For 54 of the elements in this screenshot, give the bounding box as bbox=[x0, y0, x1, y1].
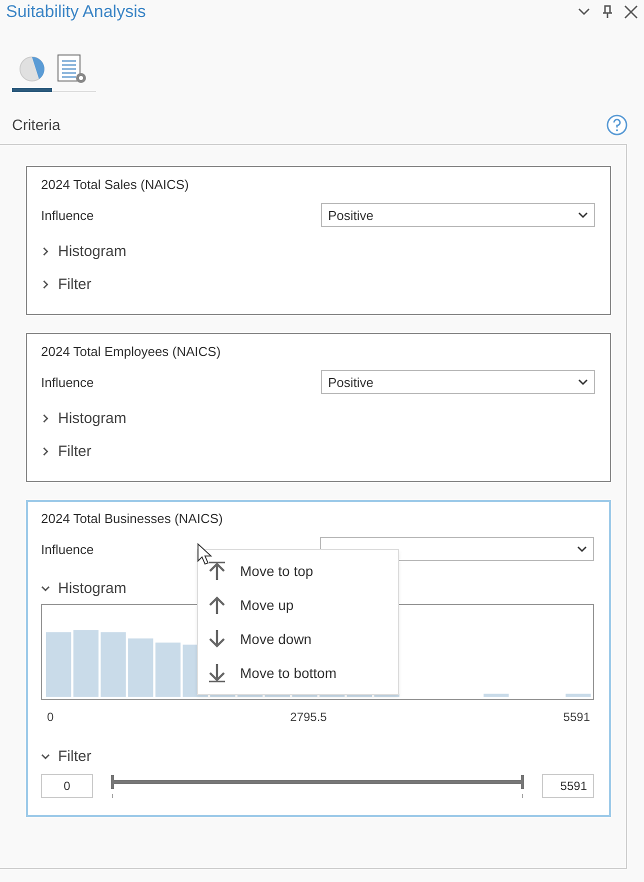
histogram-expander[interactable]: Histogram bbox=[41, 408, 126, 428]
caret-icon bbox=[578, 378, 588, 386]
histogram-bar bbox=[566, 694, 591, 697]
pie-chart-icon bbox=[17, 54, 47, 84]
dropdown-icon[interactable] bbox=[578, 8, 590, 16]
influence-label: Influence bbox=[41, 374, 94, 390]
filter-expander[interactable]: Filter bbox=[41, 274, 92, 294]
menu-item[interactable]: Move up bbox=[198, 588, 398, 622]
histogram-bar bbox=[484, 694, 509, 697]
chevron-icon bbox=[41, 280, 50, 288]
arrow-up-icon bbox=[208, 595, 226, 615]
arrow-down-to-line-icon bbox=[208, 663, 226, 683]
arrow-up-to-line-icon bbox=[208, 561, 226, 581]
menu-item[interactable]: Move down bbox=[198, 622, 398, 656]
filter-expander[interactable]: Filter bbox=[41, 441, 92, 461]
histogram-expander[interactable]: Histogram bbox=[41, 241, 126, 261]
influence-dropdown[interactable]: Positive bbox=[321, 203, 595, 227]
min-field[interactable]: 0 bbox=[41, 774, 93, 798]
influence-dropdown[interactable]: Positive bbox=[321, 370, 595, 394]
range-slider[interactable] bbox=[111, 772, 524, 800]
filter-expander[interactable]: Filter bbox=[41, 746, 92, 766]
chevron-icon bbox=[41, 246, 50, 256]
max-field[interactable]: 5591 bbox=[542, 774, 594, 798]
chevron-icon bbox=[41, 446, 50, 456]
axis-label: 0 bbox=[47, 710, 54, 724]
chevron-icon bbox=[41, 584, 50, 592]
menu-item[interactable]: Move to top bbox=[198, 554, 398, 588]
chevron-icon bbox=[41, 752, 50, 760]
histogram-bar bbox=[155, 642, 181, 697]
histogram-bar bbox=[100, 632, 126, 697]
help-icon[interactable] bbox=[606, 114, 628, 136]
pin-icon[interactable] bbox=[602, 5, 612, 19]
histogram-expander[interactable]: Histogram bbox=[41, 578, 126, 598]
slider-handle[interactable] bbox=[111, 775, 114, 789]
histogram-bar bbox=[46, 632, 72, 697]
criterion-title: 2024 Total Businesses (NAICS) bbox=[41, 511, 224, 526]
criterion-title: 2024 Total Employees (NAICS) bbox=[41, 344, 222, 359]
axis-label: 5591 bbox=[563, 710, 590, 724]
axis-label: 2795.5 bbox=[290, 710, 327, 724]
list-settings-icon bbox=[56, 53, 88, 85]
slider-handle[interactable] bbox=[521, 775, 524, 789]
chevron-icon bbox=[41, 414, 50, 422]
close-icon[interactable] bbox=[624, 5, 638, 19]
menu-item[interactable]: Move to bottom bbox=[198, 656, 398, 690]
influence-label: Influence bbox=[41, 208, 94, 222]
caret-icon bbox=[577, 546, 587, 552]
histogram-bar bbox=[73, 630, 98, 697]
caret-icon bbox=[578, 212, 588, 218]
histogram-bar bbox=[128, 638, 154, 697]
criterion-title: 2024 Total Sales (NAICS) bbox=[41, 177, 190, 192]
influence-label: Influence bbox=[41, 542, 94, 556]
window-title: Suitability Analysis bbox=[6, 2, 146, 22]
arrow-down-icon bbox=[208, 629, 226, 649]
section-title: Criteria bbox=[12, 116, 60, 134]
